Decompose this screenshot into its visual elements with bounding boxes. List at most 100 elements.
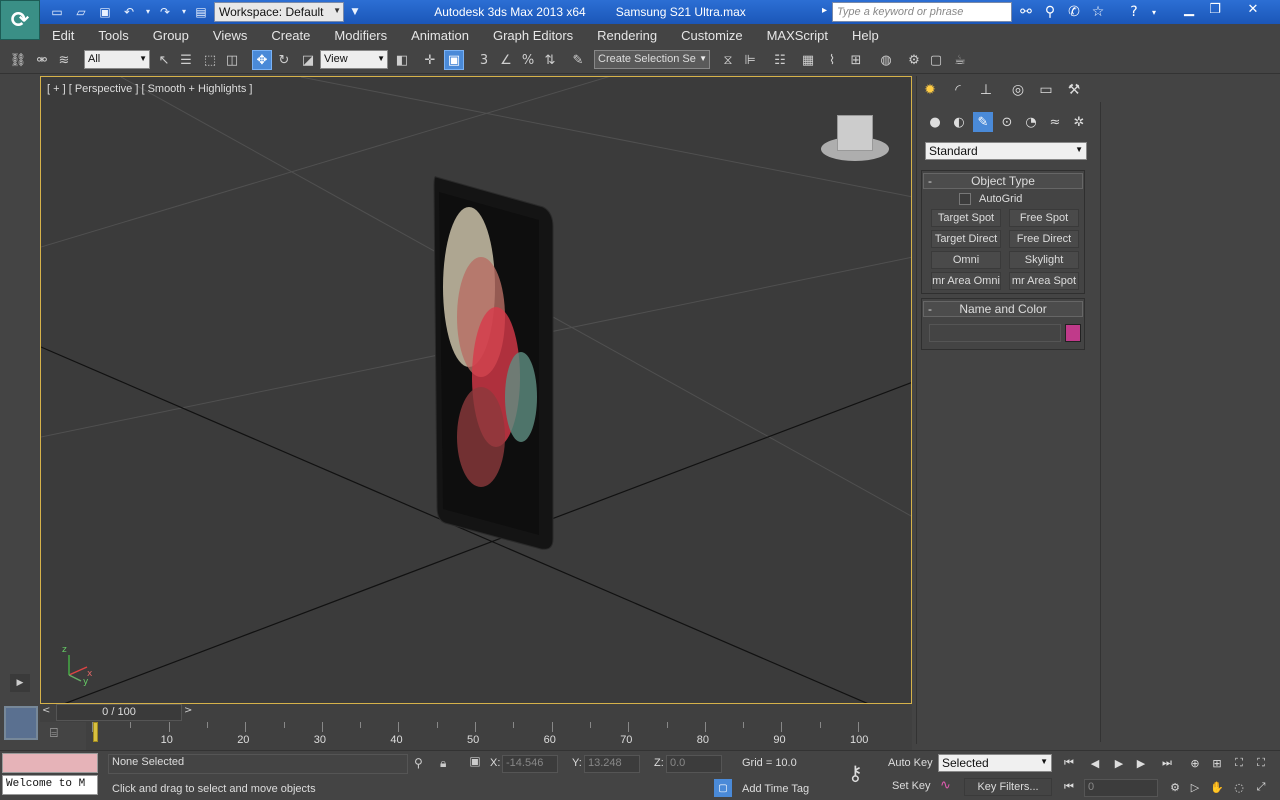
lights-icon[interactable]: ✎ [973,112,993,132]
select-and-rotate-icon[interactable]: ↻ [274,50,294,70]
help-dropdown-icon[interactable]: ▾ [1144,2,1164,22]
menu-animation[interactable]: Animation [399,28,481,43]
percent-snap-icon[interactable]: % [518,50,538,70]
motion-tab-icon[interactable]: ◎ [1007,80,1029,100]
object-color-swatch[interactable] [1065,324,1081,342]
redo-dropdown-icon[interactable]: ▾ [175,3,193,20]
menu-modifiers[interactable]: Modifiers [322,28,399,43]
target-direct-button[interactable]: Target Direct [931,230,1001,248]
name-color-rollout-header[interactable]: - Name and Color [923,301,1083,317]
go-to-end-icon[interactable]: ⏭ [1158,754,1176,772]
pivot-center-icon[interactable]: ◧ [392,50,412,70]
isolate-selection-icon[interactable]: ⚲ [414,756,423,770]
mr-area-spot-button[interactable]: mr Area Spot [1009,272,1079,290]
menu-tools[interactable]: Tools [86,28,140,43]
minimize-icon[interactable]: ▁ [1176,0,1202,18]
snaps-toggle-icon[interactable]: 3 [474,50,494,70]
next-frame-icon[interactable]: ▶ [1132,754,1150,772]
auto-key-button[interactable]: Auto Key [888,757,933,769]
prev-frame-icon[interactable]: < [42,705,50,716]
autogrid-checkbox[interactable] [959,193,971,205]
omni-button[interactable]: Omni [931,251,1001,269]
zoom-all-icon[interactable]: ⊞ [1208,754,1226,772]
free-direct-button[interactable]: Free Direct [1009,230,1079,248]
geometry-icon[interactable]: ● [925,112,945,132]
window-crossing-icon[interactable]: ◫ [222,50,242,70]
select-by-name-icon[interactable]: ☰ [176,50,196,70]
rectangular-selection-icon[interactable]: ⬚ [200,50,220,70]
menu-help[interactable]: Help [840,28,891,43]
menu-rendering[interactable]: Rendering [585,28,669,43]
key-filters-button[interactable]: Key Filters... [964,778,1052,796]
workspace-dropdown[interactable]: Workspace: Default ▼ [214,2,344,22]
render-production-icon[interactable]: ☕ [950,50,970,70]
space-warps-icon[interactable]: ≈ [1045,112,1065,132]
helpers-icon[interactable]: ◔ [1021,112,1041,132]
time-slider[interactable]: < 0 / 100 > [40,704,912,722]
angle-snap-icon[interactable]: ∠ [496,50,516,70]
x-coordinate-field[interactable]: -14.546 [502,755,558,773]
utilities-tab-icon[interactable]: ⚒ [1063,80,1085,100]
light-category-dropdown[interactable]: Standard ▼ [925,142,1087,160]
menu-views[interactable]: Views [201,28,259,43]
selection-lock-icon[interactable]: 🔒︎ [440,756,446,771]
add-time-tag[interactable]: Add Time Tag [742,783,809,795]
shapes-icon[interactable]: ◐ [949,112,969,132]
material-editor-icon[interactable]: ◍ [876,50,896,70]
menu-edit[interactable]: Edit [40,28,86,43]
key-curve-icon[interactable]: ∿ [940,778,958,796]
phone-model[interactable] [433,176,554,550]
binoculars-search-icon[interactable]: ⚯ [1016,2,1036,22]
go-to-start-icon[interactable]: ⏮ [1060,754,1078,772]
select-and-scale-icon[interactable]: ◪ [298,50,318,70]
zoom-icon[interactable]: ⊕ [1186,754,1204,772]
menu-maxscript[interactable]: MAXScript [755,28,840,43]
track-bar[interactable]: 10 20 30 40 50 60 70 80 90 100 [86,722,912,750]
systems-icon[interactable]: ✲ [1069,112,1089,132]
time-tag-icon[interactable]: ▢ [714,779,732,797]
select-object-icon[interactable]: ↖ [154,50,174,70]
render-setup-icon[interactable]: ⚙ [904,50,924,70]
orbit-icon[interactable]: ◌ [1230,778,1248,796]
set-key-button[interactable]: Set Key [892,780,931,792]
mr-area-omni-button[interactable]: mr Area Omni [931,272,1001,290]
close-icon[interactable]: ✕ [1240,0,1266,18]
maxscript-listener-pink[interactable] [2,753,98,773]
next-frame-icon[interactable]: > [184,705,192,716]
curve-editor-icon[interactable]: ⌇ [822,50,842,70]
create-tab-icon[interactable]: ✹ [919,80,941,100]
free-spot-button[interactable]: Free Spot [1009,209,1079,227]
modify-tab-icon[interactable]: ◜ [947,80,969,100]
display-tab-icon[interactable]: ▭ [1035,80,1057,100]
y-coordinate-field[interactable]: 13.248 [584,755,640,773]
spinner-snap-icon[interactable]: ⇅ [540,50,560,70]
pan-view-icon[interactable]: ✋ [1208,778,1226,796]
new-file-icon[interactable]: ▭ [48,3,66,20]
communication-center-icon[interactable]: ✆ [1064,2,1084,22]
menu-customize[interactable]: Customize [669,28,754,43]
align-icon[interactable]: ⊫ [740,50,760,70]
select-and-move-icon[interactable]: ✥ [252,50,272,70]
play-icon[interactable]: ▶ [10,674,30,692]
help-icon[interactable]: ? [1124,2,1144,22]
link-icon[interactable]: ⛓ [8,50,28,70]
select-and-manipulate-icon[interactable]: ✛ [420,50,440,70]
restore-icon[interactable]: ❐ [1202,0,1228,18]
z-coordinate-field[interactable]: 0.0 [666,755,722,773]
zoom-extents-icon[interactable]: ⛶ [1230,754,1248,772]
mirror-icon[interactable]: ⧖ [718,50,738,70]
object-name-field[interactable] [929,324,1061,342]
key-mode-toggle-icon[interactable]: ⏮ [1060,778,1078,796]
zoom-extents-all-icon[interactable]: ⛶ [1252,754,1270,772]
time-cursor[interactable] [93,722,98,742]
key-mode-dropdown[interactable]: Selected ▼ [938,754,1052,772]
project-folder-icon[interactable]: ▤ [192,3,210,20]
schematic-view-icon[interactable]: ⊞ [846,50,866,70]
rendered-frame-window-icon[interactable]: ▢ [926,50,946,70]
keyboard-shortcut-override-icon[interactable]: ▣ [444,50,464,70]
menu-group[interactable]: Group [141,28,201,43]
layer-manager-icon[interactable]: ☷ [770,50,790,70]
set-key-icon[interactable]: ⚷ [848,761,863,785]
cameras-icon[interactable]: ⊙ [997,112,1017,132]
hierarchy-tab-icon[interactable]: ⊥ [975,80,997,100]
